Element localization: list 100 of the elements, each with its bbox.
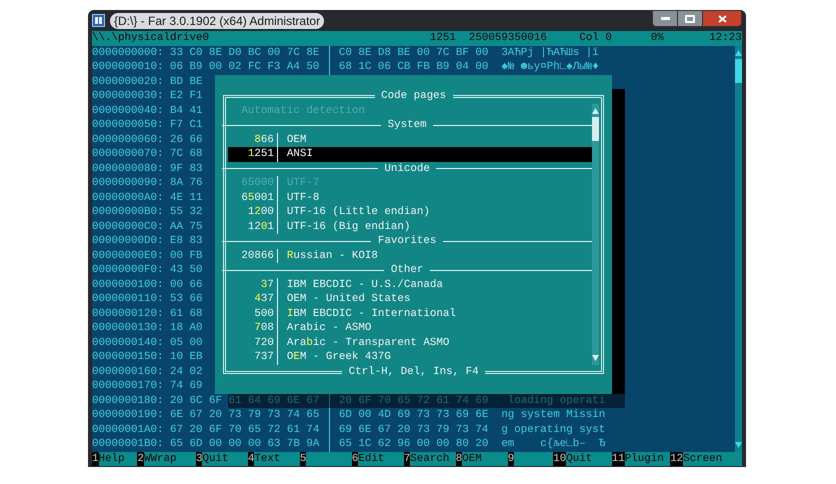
- hex-bytes: 20 6C 6F 61 64 69 6E 67: [170, 394, 320, 406]
- hex-offset: 0000000000:: [92, 46, 164, 58]
- hex-bytes: 61 68: [170, 308, 202, 320]
- scroll-thumb[interactable]: [592, 116, 599, 140]
- hex-offset: 0000000080:: [92, 162, 164, 174]
- hex-offset: 0000000160:: [92, 366, 164, 378]
- codepage-item[interactable]: 437 OEM - United States: [228, 292, 592, 306]
- keybar-button[interactable]: 6Edit: [352, 452, 404, 466]
- section-label: Favorites: [376, 234, 438, 248]
- hex-bytes: 00 FB: [170, 250, 202, 262]
- hex-bytes: E8 83: [170, 235, 202, 247]
- codepage-item[interactable]: 708 Arabic - ASMO: [228, 321, 592, 336]
- keybar-button[interactable]: 2WWrap: [137, 452, 196, 466]
- hex-bytes: 53 66: [170, 293, 202, 305]
- dialog-hint: Ctrl-H, Del, Ins, F4: [342, 364, 486, 379]
- codepage-item[interactable]: 1201 UTF-16 (Big endian): [228, 220, 592, 234]
- codepage-item[interactable]: 737 OEM - Greek 437G: [228, 350, 592, 364]
- scroll-down-icon[interactable]: [735, 442, 742, 448]
- hex-bytes: F7 C1: [170, 119, 202, 131]
- percent-indicator: 0%: [650, 32, 664, 44]
- hex-bytes: 7C 68: [170, 148, 202, 160]
- keybar-button[interactable]: 12Screen: [670, 452, 742, 466]
- hex-bytes: 24 02: [170, 366, 202, 378]
- hex-offset: 0000000140:: [92, 336, 164, 348]
- hex-bytes: 9F 83: [170, 162, 202, 174]
- hex-bytes: 74 69: [170, 380, 202, 392]
- keybar-button[interactable]: 8OEM: [456, 452, 508, 466]
- hex-offset: 0000000130:: [92, 322, 164, 334]
- hex-offset: 00000001A0:: [92, 424, 164, 436]
- keybar-button[interactable]: 11Plugin: [612, 452, 670, 466]
- hex-bytes: B4 41: [170, 104, 202, 116]
- codepage-item[interactable]: 720 Arabic - Transparent ASMO: [228, 336, 592, 350]
- clock: 12:23: [709, 32, 742, 44]
- codepage-item[interactable]: 65001 UTF-8: [228, 190, 592, 205]
- hex-text: ♠№ ☻ьу¤Ph∟♠Лы№♦: [501, 61, 599, 73]
- hex-offset: 0000000020:: [92, 76, 164, 88]
- minimize-button[interactable]: [652, 10, 678, 27]
- keybar-button[interactable]: 4Text: [248, 452, 300, 466]
- codepage-label: 1251: [430, 32, 456, 44]
- keybar-button[interactable]: 7Search: [404, 452, 456, 466]
- hex-offset: 0000000120:: [92, 308, 164, 320]
- window-title: {D:\} - Far 3.0.1902 (x64) Administrator: [110, 12, 324, 28]
- hex-bytes: 26 66: [170, 134, 202, 146]
- scroll-up-icon[interactable]: [735, 50, 742, 56]
- keybar-button[interactable]: 5: [300, 452, 352, 466]
- maximize-button[interactable]: [678, 10, 702, 27]
- hex-offset: 0000000070:: [92, 148, 164, 160]
- hex-bytes: 6E 67 20 73 79 73 74 65: [170, 409, 320, 421]
- hex-bytes: 05 00: [170, 336, 202, 348]
- close-button[interactable]: [702, 10, 742, 27]
- keybar-button[interactable]: 10Quit: [553, 452, 612, 466]
- hex-offset: 00000000F0:: [92, 264, 164, 276]
- hex-offset: 0000000030:: [92, 90, 164, 102]
- hex-bytes: 00 66: [170, 278, 202, 290]
- hex-text: ng system Missin: [501, 409, 606, 421]
- file-size: 250059350016: [468, 32, 547, 44]
- hex-text: em c{љe∟b– Ђ: [501, 438, 606, 450]
- hex-bytes: 20 6F 70 65 72 61 74 69: [338, 394, 488, 406]
- drive-path: \\.\physicaldrive0: [92, 32, 209, 44]
- app-icon: [92, 14, 105, 27]
- codepage-item[interactable]: 866 OEM: [228, 132, 592, 147]
- scrollbar[interactable]: [592, 104, 599, 364]
- maximize-icon: [685, 14, 695, 22]
- hex-bytes: 4E 11: [170, 192, 202, 204]
- hex-offset: 0000000150:: [92, 351, 164, 363]
- scrollbar[interactable]: [735, 46, 742, 452]
- scroll-up-icon[interactable]: [592, 108, 600, 114]
- hex-offset: 0000000050:: [92, 119, 164, 131]
- hex-bytes: 43 50: [170, 264, 202, 276]
- codepage-item[interactable]: 500 IBM EBCDIC - International: [228, 306, 592, 321]
- hex-bytes: 10 EB: [170, 351, 202, 363]
- hex-bytes: 33 C0 8E D0 BC 00 7C 8E: [170, 46, 320, 58]
- hex-offset: 0000000090:: [92, 177, 164, 189]
- hex-offset: 00000000C0:: [92, 220, 164, 232]
- keybar-button[interactable]: 1Help: [92, 452, 138, 466]
- hex-offset: 00000001B0:: [92, 438, 164, 450]
- keybar-button[interactable]: 3Quit: [196, 452, 248, 466]
- codepage-item[interactable]: 1200 UTF-16 (Little endian): [228, 205, 592, 220]
- hex-offset: 0000000010:: [92, 61, 164, 73]
- section-label: System: [386, 118, 428, 132]
- codepage-item[interactable]: 20866 Russian - KOI8: [228, 248, 592, 263]
- scroll-down-icon[interactable]: [592, 354, 600, 360]
- hex-bytes: C0 8E D8 BE 00 7C BF 00: [338, 46, 488, 58]
- hex-bytes: 18 A0: [170, 322, 202, 334]
- codepage-item[interactable]: 1251 ANSI: [228, 147, 592, 162]
- codepage-item[interactable]: 37 IBM EBCDIC - U.S./Canada: [228, 278, 592, 292]
- hex-offset: 0000000060:: [92, 134, 164, 146]
- hex-offset: 0000000110:: [92, 293, 164, 305]
- hex-bytes: 65 1C 62 96 00 00 80 20: [338, 438, 488, 450]
- hex-bytes: 55 32: [170, 206, 202, 218]
- hex-offset: 0000000170:: [92, 380, 164, 392]
- hex-bytes: 68 1C 06 CB FB B9 04 00: [338, 61, 488, 73]
- keybar-button[interactable]: 9: [508, 452, 554, 466]
- hex-text: g operating syst: [501, 424, 606, 436]
- section-label: Other: [390, 263, 424, 278]
- hex-bytes: BD BE: [170, 76, 202, 88]
- close-icon: [718, 14, 726, 22]
- hex-text: loading operati: [506, 394, 606, 406]
- hex-offset: 00000000B0:: [92, 206, 164, 218]
- scroll-thumb[interactable]: [735, 58, 742, 82]
